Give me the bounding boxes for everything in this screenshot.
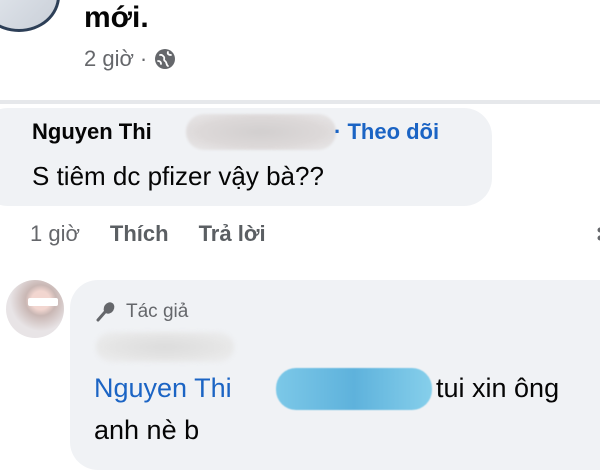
follow-label[interactable]: Theo dõi — [347, 119, 439, 144]
reply-text-line1: Nguyen Thi — [94, 370, 232, 406]
reply-text-line2: anh nè b — [94, 412, 199, 448]
follow-link[interactable]: · Theo dõi — [334, 118, 439, 146]
post-time[interactable]: 2 giờ — [84, 46, 134, 72]
avatar-censor-bar — [28, 298, 58, 306]
post-text: mới. — [84, 0, 149, 38]
comment-author-name[interactable]: Nguyen Thi — [32, 118, 152, 146]
redacted-reply-author — [96, 332, 234, 362]
reply-button[interactable]: Trả lời — [199, 220, 266, 248]
more-options-icon[interactable] — [592, 226, 600, 244]
author-badge-label: Tác giả — [126, 301, 188, 323]
reply-author-avatar[interactable] — [6, 280, 64, 338]
comment-actions: 1 giờ Thích Trả lời — [30, 220, 266, 248]
comment-time[interactable]: 1 giờ — [30, 220, 80, 248]
post-meta: 2 giờ · — [84, 46, 177, 72]
microphone-icon — [94, 300, 118, 324]
redacted-mention — [276, 368, 432, 410]
like-button[interactable]: Thích — [110, 220, 169, 248]
redacted-name — [186, 114, 336, 150]
post-author-avatar[interactable] — [0, 0, 60, 32]
follow-separator: · — [334, 119, 341, 144]
globe-icon — [153, 47, 177, 71]
author-badge: Tác giả — [94, 300, 188, 324]
divider — [0, 100, 600, 104]
reply-text-after-mention: tui xin ông — [436, 370, 559, 406]
comment-text: S tiêm dc pfizer vậy bà?? — [32, 160, 324, 192]
meta-separator: · — [140, 46, 147, 72]
mention-link[interactable]: Nguyen Thi — [94, 370, 232, 406]
